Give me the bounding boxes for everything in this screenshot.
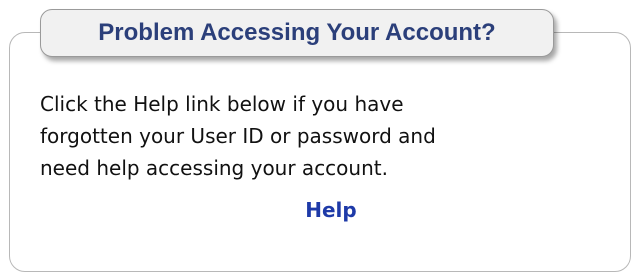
help-description-line-2: forgotten your User ID or password and — [40, 124, 436, 148]
panel-title-tab: Problem Accessing Your Account? — [40, 9, 554, 57]
panel-title: Problem Accessing Your Account? — [98, 19, 496, 46]
help-description-line-1: Click the Help link below if you have — [40, 92, 404, 116]
help-link-container: Help — [0, 198, 634, 222]
help-link[interactable]: Help — [305, 198, 356, 222]
help-description-line-3: need help accessing your account. — [40, 156, 388, 180]
help-description: Click the Help link below if you have fo… — [40, 88, 600, 184]
